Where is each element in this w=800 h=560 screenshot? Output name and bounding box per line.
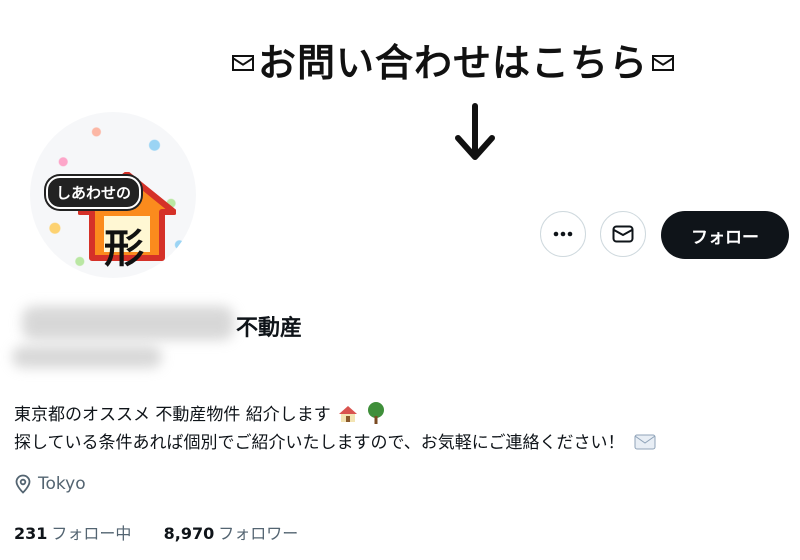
more-button[interactable] xyxy=(540,211,586,257)
bio-line-1: 東京都のオススメ 不動産物件 紹介します xyxy=(14,400,386,425)
following-count: 231 xyxy=(14,524,48,543)
envelope-icon xyxy=(652,55,675,71)
display-name-suffix: 不動産 xyxy=(236,316,303,341)
contact-banner-text: お問い合わせはこちら xyxy=(258,41,649,85)
envelope-emoji-icon xyxy=(634,434,656,450)
followers-link[interactable]: 8,970 フォロワー xyxy=(164,524,299,543)
follow-stats: 231 フォロー中 8,970 フォロワー xyxy=(14,520,298,544)
avatar-glyph: 形 xyxy=(104,226,144,272)
location: Tokyo xyxy=(14,474,86,494)
contact-banner: お問い合わせはこちら xyxy=(228,38,758,88)
avatar-caption: しあわせの xyxy=(46,176,142,209)
arrow-down-icon xyxy=(455,103,495,160)
house-emoji-icon xyxy=(339,406,358,422)
location-pin-icon xyxy=(15,474,31,494)
followers-label: フォロワー xyxy=(218,524,299,543)
envelope-icon xyxy=(232,55,254,71)
message-button[interactable] xyxy=(600,211,646,257)
redacted-display-name xyxy=(22,306,234,340)
following-label: フォロー中 xyxy=(51,524,132,543)
bio-text-2: 探している条件あれば個別でご紹介いたしますので、お気軽にご連絡ください！ xyxy=(14,433,625,453)
location-text: Tokyo xyxy=(38,474,86,494)
more-icon xyxy=(553,231,573,237)
following-link[interactable]: 231 フォロー中 xyxy=(14,524,137,543)
tree-emoji-icon xyxy=(367,402,384,424)
follow-button[interactable]: フォロー xyxy=(661,211,789,259)
avatar[interactable]: しあわせの 形 xyxy=(30,112,196,278)
redacted-handle xyxy=(12,346,162,368)
bio-text-1: 東京都のオススメ 不動産物件 紹介します xyxy=(14,405,331,425)
bio-line-2: 探している条件あれば個別でご紹介いたしますので、お気軽にご連絡ください！ xyxy=(14,428,656,453)
followers-count: 8,970 xyxy=(163,524,215,543)
mail-icon xyxy=(612,225,634,243)
